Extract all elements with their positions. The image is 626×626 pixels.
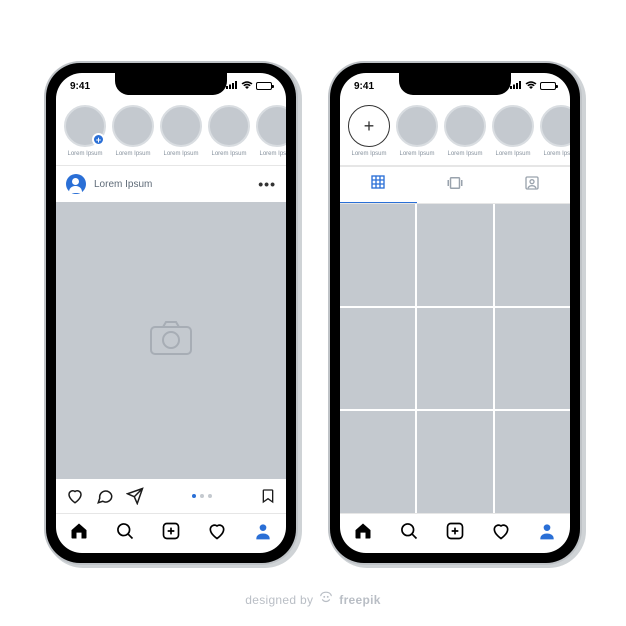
bookmark-icon[interactable] xyxy=(260,487,276,505)
post-more-icon[interactable]: ••• xyxy=(258,176,276,192)
camera-placeholder-icon xyxy=(149,320,193,361)
wifi-icon xyxy=(241,81,253,92)
story-avatar[interactable]: + xyxy=(64,105,106,147)
nav-home-icon[interactable] xyxy=(69,521,89,546)
attribution-brand: freepik xyxy=(339,593,380,607)
highlight-avatar[interactable] xyxy=(540,105,570,147)
grid-cell[interactable] xyxy=(495,204,570,306)
battery-icon xyxy=(540,82,556,90)
attribution-prefix: designed by xyxy=(245,593,313,607)
plus-icon[interactable]: + xyxy=(348,105,390,147)
phone-profile-mockup: 9:41 + Lorem Ipsum Lorem Ipsum Lorem Ips… xyxy=(330,63,580,563)
carousel-indicator xyxy=(156,494,248,498)
highlight-label: Lorem Ipsum xyxy=(399,151,434,157)
wifi-icon xyxy=(525,81,537,92)
nav-profile-icon[interactable] xyxy=(253,521,273,546)
nav-activity-icon[interactable] xyxy=(207,521,227,546)
freepik-logo-icon xyxy=(319,591,333,608)
story-label: Lorem Ipsum xyxy=(211,151,246,157)
nav-activity-icon[interactable] xyxy=(491,521,511,546)
stories-row[interactable]: + Lorem Ipsum Lorem Ipsum Lorem Ipsum Lo… xyxy=(56,99,286,166)
signal-icon xyxy=(510,81,522,92)
post-author-name[interactable]: Lorem Ipsum xyxy=(94,179,152,190)
highlight-item[interactable]: Lorem Ipsum xyxy=(540,105,570,157)
tab-carousel[interactable] xyxy=(417,167,494,203)
grid-cell[interactable] xyxy=(495,308,570,410)
like-icon[interactable] xyxy=(66,487,84,505)
bottom-nav xyxy=(340,513,570,553)
nav-add-icon[interactable] xyxy=(161,521,181,546)
highlights-row[interactable]: + Lorem Ipsum Lorem Ipsum Lorem Ipsum Lo… xyxy=(340,99,570,166)
signal-icon xyxy=(226,81,238,92)
nav-add-icon[interactable] xyxy=(445,521,465,546)
highlight-label: Lorem Ipsum xyxy=(495,151,530,157)
story-label: Lorem Ipsum xyxy=(259,151,286,157)
highlight-item[interactable]: Lorem Ipsum xyxy=(492,105,534,157)
story-item[interactable]: Lorem Ipsum xyxy=(160,105,202,157)
status-time: 9:41 xyxy=(354,81,394,92)
highlight-label: Lorem Ipsum xyxy=(447,151,482,157)
device-notch xyxy=(115,73,227,95)
nav-search-icon[interactable] xyxy=(115,521,135,546)
share-icon[interactable] xyxy=(126,487,144,505)
highlight-item[interactable]: Lorem Ipsum xyxy=(396,105,438,157)
highlight-label: Lorem Ipsum xyxy=(351,151,386,157)
grid-icon xyxy=(370,174,386,195)
post-image[interactable] xyxy=(56,202,286,479)
nav-profile-icon[interactable] xyxy=(537,521,557,546)
highlight-add[interactable]: + Lorem Ipsum xyxy=(348,105,390,157)
story-label: Lorem Ipsum xyxy=(115,151,150,157)
add-story-badge-icon[interactable]: + xyxy=(92,133,105,146)
nav-search-icon[interactable] xyxy=(399,521,419,546)
story-item[interactable]: Lorem Ipsum xyxy=(112,105,154,157)
post-author-avatar[interactable] xyxy=(66,174,86,194)
highlight-item[interactable]: Lorem Ipsum xyxy=(444,105,486,157)
post-actions xyxy=(56,479,286,513)
phone-feed-mockup: 9:41 + Lorem Ipsum Lorem Ipsum Lorem Ips… xyxy=(46,63,296,563)
grid-cell[interactable] xyxy=(340,308,415,410)
tab-grid[interactable] xyxy=(340,167,417,203)
highlight-avatar[interactable] xyxy=(444,105,486,147)
carousel-icon xyxy=(446,175,464,196)
carousel-dot xyxy=(208,494,212,498)
tagged-icon xyxy=(524,175,540,196)
battery-icon xyxy=(256,82,272,90)
story-avatar[interactable] xyxy=(160,105,202,147)
highlight-avatar[interactable] xyxy=(396,105,438,147)
story-avatar[interactable] xyxy=(208,105,250,147)
story-avatar[interactable] xyxy=(112,105,154,147)
grid-cell[interactable] xyxy=(417,204,492,306)
status-time: 9:41 xyxy=(70,81,110,92)
tab-tagged[interactable] xyxy=(493,167,570,203)
carousel-dot xyxy=(192,494,196,498)
nav-home-icon[interactable] xyxy=(353,521,373,546)
story-item[interactable]: Lorem Ipsum xyxy=(256,105,286,157)
profile-tabs xyxy=(340,166,570,204)
grid-cell[interactable] xyxy=(495,411,570,513)
highlight-label: Lorem Ipsum xyxy=(543,151,570,157)
highlight-avatar[interactable] xyxy=(492,105,534,147)
grid-cell[interactable] xyxy=(340,204,415,306)
device-notch xyxy=(399,73,511,95)
grid-cell[interactable] xyxy=(340,411,415,513)
comment-icon[interactable] xyxy=(96,487,114,505)
story-label: Lorem Ipsum xyxy=(163,151,198,157)
grid-cell[interactable] xyxy=(417,308,492,410)
grid-cell[interactable] xyxy=(417,411,492,513)
story-label: Lorem Ipsum xyxy=(67,151,102,157)
post-header: Lorem Ipsum ••• xyxy=(56,166,286,202)
carousel-dot xyxy=(200,494,204,498)
attribution: designed by freepik xyxy=(0,591,626,608)
story-item[interactable]: + Lorem Ipsum xyxy=(64,105,106,157)
bottom-nav xyxy=(56,513,286,553)
story-avatar[interactable] xyxy=(256,105,286,147)
story-item[interactable]: Lorem Ipsum xyxy=(208,105,250,157)
photo-grid xyxy=(340,204,570,513)
